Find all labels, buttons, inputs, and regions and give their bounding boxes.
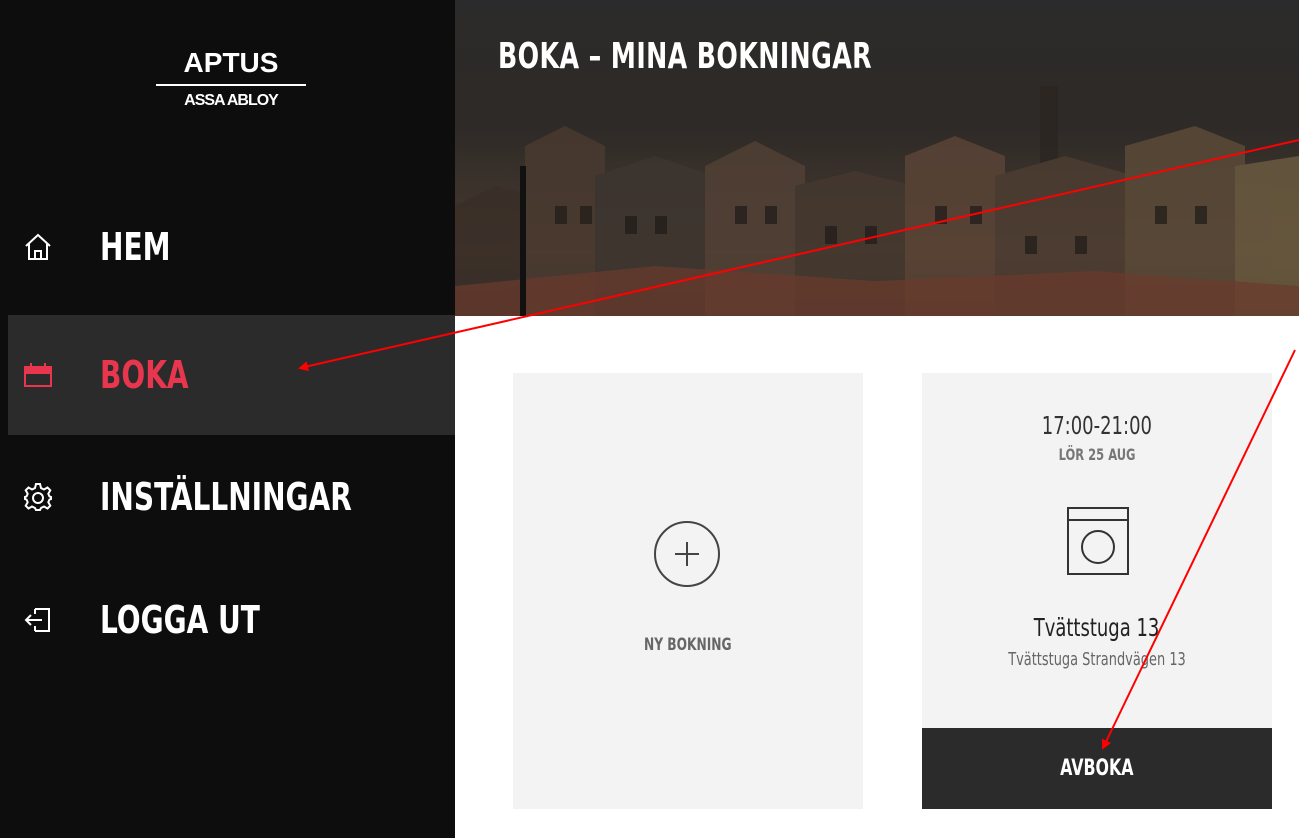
booking-date: LÖR 25 AUG <box>1058 445 1136 464</box>
nav-label-installningar: INSTÄLLNINGAR <box>100 475 352 519</box>
nav-item-hem[interactable]: HEM <box>8 187 455 307</box>
booking-address: Tvättstuga Strandvägen 13 <box>1008 649 1186 670</box>
nav-item-logga-ut[interactable]: LOGGA UT <box>8 560 455 680</box>
cancel-booking-button[interactable]: AVBOKA <box>922 728 1272 809</box>
booking-room: Tvättstuga 13 <box>1034 613 1160 642</box>
logout-icon <box>20 602 56 638</box>
calendar-icon <box>20 357 56 393</box>
page-header: BOKA – MINA BOKNINGAR <box>455 0 1299 316</box>
new-booking-card[interactable]: NY BOKNING <box>513 373 863 809</box>
nav-label-logga-ut: LOGGA UT <box>100 598 260 642</box>
cancel-booking-label: AVBOKA <box>1060 756 1134 781</box>
page-title: BOKA – MINA BOKNINGAR <box>498 36 872 77</box>
sidebar-footer <box>0 684 455 838</box>
booking-time: 17:00-21:00 <box>1041 411 1153 440</box>
nav-label-hem: HEM <box>100 225 171 269</box>
nav-item-boka[interactable]: BOKA <box>8 315 455 435</box>
washing-machine-icon <box>1067 507 1129 575</box>
home-icon <box>20 229 56 265</box>
city-skyline-image <box>455 86 1299 316</box>
gear-icon <box>20 479 56 515</box>
logo-brand: APTUS <box>183 47 279 78</box>
nav-label-boka: BOKA <box>100 353 189 397</box>
nav-item-installningar[interactable]: INSTÄLLNINGAR <box>8 437 455 557</box>
plus-circle-icon <box>654 521 720 587</box>
new-booking-label: NY BOKNING <box>644 635 732 655</box>
aptus-logo: APTUS ASSA ABLOY <box>156 48 306 110</box>
booking-card: 17:00-21:00 LÖR 25 AUG Tvättstuga 13 Tvä… <box>922 373 1272 809</box>
logo-divider <box>156 84 306 86</box>
logo-subbrand: ASSA ABLOY <box>184 92 279 109</box>
